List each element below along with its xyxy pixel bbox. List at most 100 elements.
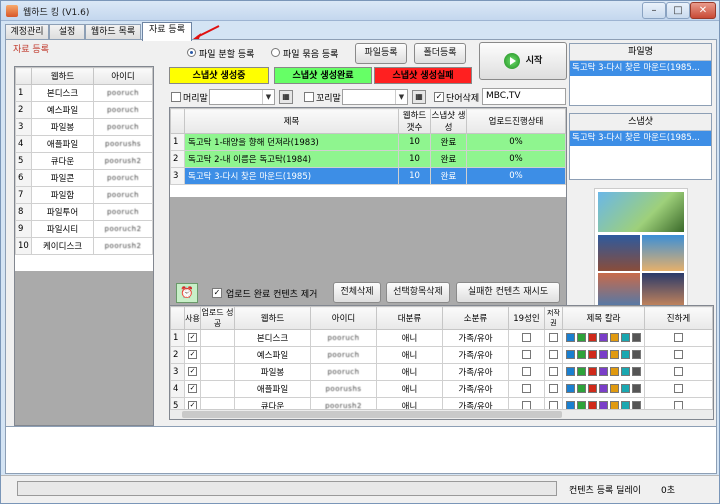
table-row[interactable]: 9 파일시티 pooruch2 <box>15 220 153 238</box>
color-swatch[interactable] <box>566 333 575 342</box>
bold-checkbox[interactable] <box>644 380 713 398</box>
tail-combo[interactable]: ▼ <box>342 89 408 105</box>
color-swatch[interactable] <box>599 367 608 376</box>
color-swatch[interactable] <box>577 384 586 393</box>
start-button[interactable]: 시작 <box>479 42 567 80</box>
bold-checkbox[interactable] <box>644 363 713 381</box>
color-swatch[interactable] <box>610 333 619 342</box>
title-color-picker[interactable] <box>562 346 645 364</box>
copyright-checkbox[interactable] <box>544 380 563 398</box>
color-swatch[interactable] <box>621 384 630 393</box>
table-row[interactable]: 3 파일봉 pooruch <box>15 118 153 136</box>
table-row[interactable]: 2 독고탁 2-내 이름은 독고탁(1984) 10 완료 0% <box>170 150 566 168</box>
file-register-button[interactable]: 파일등록 <box>355 43 407 64</box>
upload-major[interactable]: 애니 <box>376 329 443 347</box>
color-swatch[interactable] <box>599 384 608 393</box>
delete-all-button[interactable]: 전체삭제 <box>333 282 381 303</box>
use-checkbox[interactable]: ✓ <box>184 329 201 347</box>
color-swatch[interactable] <box>621 333 630 342</box>
color-swatch[interactable] <box>588 384 597 393</box>
title-color-picker[interactable] <box>562 380 645 398</box>
use-checkbox[interactable]: ✓ <box>184 380 201 398</box>
table-row[interactable]: 3 독고탁 3-다시 찾은 마운드(1985) 10 완료 0% <box>170 167 566 185</box>
split-register-radio[interactable] <box>187 48 196 57</box>
color-swatch[interactable] <box>566 350 575 359</box>
color-swatch[interactable] <box>588 367 597 376</box>
upload-minor[interactable]: 가족/유아 <box>442 346 509 364</box>
color-swatch[interactable] <box>588 333 597 342</box>
snapshot-item[interactable]: 독고탁 3-다시 찾은 마운드(1985... <box>570 131 711 146</box>
filename-item[interactable]: 독고탁 3-다시 찾은 마운드(1985... <box>570 61 711 76</box>
table-row[interactable]: 10 케이디스크 poorush2 <box>15 237 153 255</box>
tab-settings[interactable]: 설정 <box>49 24 85 40</box>
bundle-register-radio[interactable] <box>271 48 280 57</box>
adult-checkbox[interactable] <box>508 346 545 364</box>
word-delete-input[interactable]: MBC,TV <box>482 88 566 105</box>
bold-checkbox[interactable] <box>644 346 713 364</box>
tab-account[interactable]: 계정관리 <box>5 24 49 40</box>
color-swatch[interactable] <box>588 350 597 359</box>
color-swatch[interactable] <box>632 367 641 376</box>
table-row[interactable]: 3 ✓ 파일봉 pooruch 애니 가족/유아 <box>170 363 713 381</box>
close-icon[interactable]: ✕ <box>690 2 716 19</box>
folder-register-button[interactable]: 폴더등록 <box>414 43 466 64</box>
calendar-icon[interactable]: ▦ <box>412 90 426 104</box>
bold-checkbox[interactable] <box>644 329 713 347</box>
color-swatch[interactable] <box>566 384 575 393</box>
color-swatch[interactable] <box>577 367 586 376</box>
color-swatch[interactable] <box>632 350 641 359</box>
horizontal-scrollbar[interactable] <box>170 409 713 419</box>
retry-failed-button[interactable]: 실패한 컨텐츠 재시도 <box>456 282 560 303</box>
copyright-checkbox[interactable] <box>544 363 563 381</box>
table-row[interactable]: 7 파일함 pooruch <box>15 186 153 204</box>
color-swatch[interactable] <box>621 367 630 376</box>
color-swatch[interactable] <box>610 384 619 393</box>
tab-data-register[interactable]: 자료 등록 <box>142 22 192 41</box>
upload-major[interactable]: 애니 <box>376 363 443 381</box>
copyright-checkbox[interactable] <box>544 346 563 364</box>
minimize-icon[interactable]: – <box>642 2 666 19</box>
word-delete-checkbox[interactable]: ✓ <box>434 92 444 102</box>
adult-checkbox[interactable] <box>508 329 545 347</box>
color-swatch[interactable] <box>632 333 641 342</box>
table-row[interactable]: 6 파일콘 pooruch <box>15 169 153 187</box>
maximize-icon[interactable]: □ <box>666 2 690 19</box>
table-row[interactable]: 2 ✓ 예스파일 pooruch 애니 가족/유아 <box>170 346 713 364</box>
adult-checkbox[interactable] <box>508 363 545 381</box>
log-area[interactable] <box>5 426 717 474</box>
color-swatch[interactable] <box>621 350 630 359</box>
table-row[interactable]: 1 본디스크 pooruch <box>15 84 153 102</box>
calendar-icon[interactable]: ▦ <box>279 90 293 104</box>
copyright-checkbox[interactable] <box>544 329 563 347</box>
tail-checkbox[interactable] <box>304 92 314 102</box>
upload-minor[interactable]: 가족/유아 <box>442 329 509 347</box>
color-swatch[interactable] <box>610 350 619 359</box>
upload-major[interactable]: 애니 <box>376 346 443 364</box>
table-row[interactable]: 4 애플파일 poorushs <box>15 135 153 153</box>
table-row[interactable]: 5 큐다운 poorush2 <box>15 152 153 170</box>
color-swatch[interactable] <box>599 350 608 359</box>
remove-done-checkbox[interactable]: ✓ <box>212 288 222 298</box>
delete-selected-button[interactable]: 선택항목삭제 <box>386 282 450 303</box>
color-swatch[interactable] <box>610 367 619 376</box>
table-row[interactable]: 4 ✓ 애플파일 poorushs 애니 가족/유아 <box>170 380 713 398</box>
table-row[interactable]: 2 예스파일 pooruch <box>15 101 153 119</box>
color-swatch[interactable] <box>577 333 586 342</box>
upload-minor[interactable]: 가족/유아 <box>442 363 509 381</box>
table-row[interactable]: 8 파일투어 pooruch <box>15 203 153 221</box>
adult-checkbox[interactable] <box>508 380 545 398</box>
upload-major[interactable]: 애니 <box>376 380 443 398</box>
use-checkbox[interactable]: ✓ <box>184 363 201 381</box>
title-color-picker[interactable] <box>562 363 645 381</box>
color-swatch[interactable] <box>566 367 575 376</box>
table-row[interactable]: 1 독고탁 1-태양을 향해 던져라(1983) 10 완료 0% <box>170 133 566 151</box>
scrollbar-thumb[interactable] <box>182 411 562 418</box>
upload-minor[interactable]: 가족/유아 <box>442 380 509 398</box>
title-color-picker[interactable] <box>562 329 645 347</box>
header-checkbox[interactable] <box>171 92 181 102</box>
color-swatch[interactable] <box>577 350 586 359</box>
tab-webhard-list[interactable]: 웹하드 목록 <box>85 24 141 40</box>
use-checkbox[interactable]: ✓ <box>184 346 201 364</box>
color-swatch[interactable] <box>632 384 641 393</box>
color-swatch[interactable] <box>599 333 608 342</box>
